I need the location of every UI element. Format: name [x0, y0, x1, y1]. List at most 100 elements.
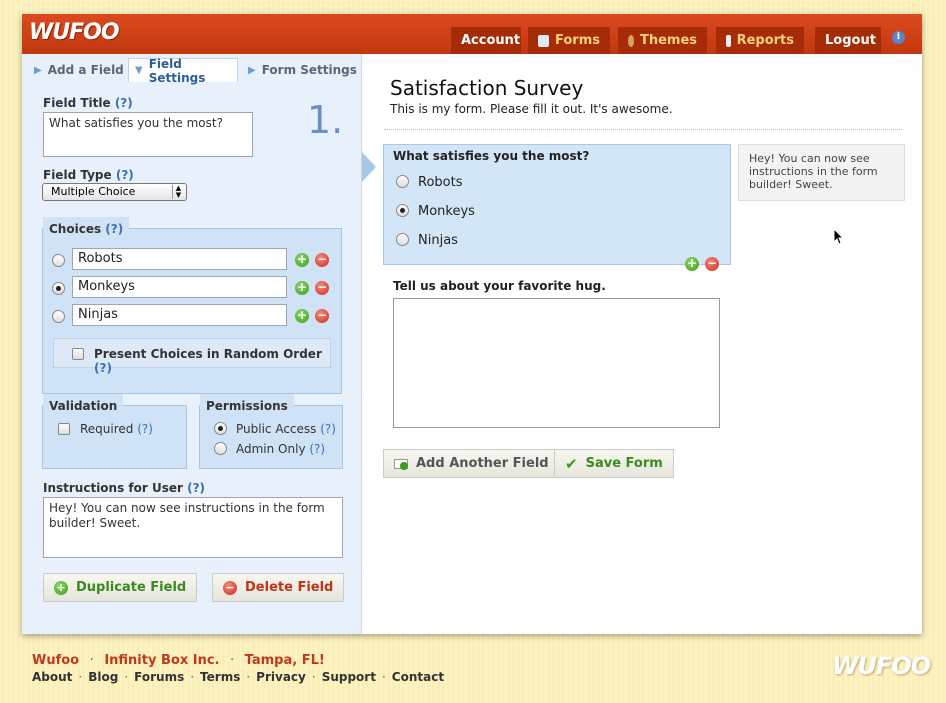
tab-field-settings-label: Field Settings	[148, 56, 206, 85]
add-field-icon[interactable]: +	[685, 257, 699, 271]
instructions-input[interactable]: Hey! You can now see instructions in the…	[43, 497, 343, 558]
public-access-label: Public Access (?)	[236, 422, 336, 436]
field-type-select[interactable]: Multiple Choice ▲ ▼	[42, 183, 187, 201]
footer-infinity-box-link[interactable]: Infinity Box Inc.	[104, 653, 219, 668]
random-order-label: Present Choices in Random Order (?)	[94, 347, 330, 375]
nav-reports[interactable]: Reports	[716, 27, 804, 54]
remove-choice-icon[interactable]: −	[315, 309, 329, 323]
tab-field-settings[interactable]: ▼ Field Settings	[128, 56, 238, 85]
choice-radio[interactable]	[52, 254, 65, 267]
q1-option-radio[interactable]	[396, 175, 409, 188]
delete-field-label: Delete Field	[245, 580, 334, 595]
required-label: Required (?)	[80, 422, 153, 436]
footer-link-contact[interactable]: Contact	[392, 670, 444, 684]
field-number: 1.	[307, 98, 344, 142]
app-window: WUFOO Account Forms Themes Reports Logou…	[22, 14, 922, 634]
palette-icon	[628, 34, 634, 47]
public-access-radio[interactable]	[214, 422, 227, 435]
triangle-right-icon: ▶	[34, 64, 42, 76]
q1-option-label: Monkeys	[418, 204, 475, 219]
choices-label-text: Choices	[49, 222, 102, 236]
q1-option-label: Robots	[418, 175, 463, 190]
triangle-right-icon: ▶	[248, 64, 256, 76]
add-another-field-label: Add Another Field	[416, 456, 549, 471]
field-title-input[interactable]: What satisfies you the most?	[43, 112, 253, 157]
choice-input[interactable]: Monkeys	[72, 276, 287, 298]
delete-field-icon[interactable]: −	[705, 257, 719, 271]
help-link[interactable]: (?)	[187, 481, 205, 495]
tab-form-settings[interactable]: ▶ Form Settings	[248, 58, 357, 82]
nav-account[interactable]: Account	[451, 27, 521, 54]
q2-textarea[interactable]	[393, 298, 720, 428]
info-icon[interactable]: i	[892, 31, 905, 44]
footer-logo: WUFOO	[832, 652, 931, 680]
help-link[interactable]: (?)	[116, 168, 134, 182]
footer-link-privacy[interactable]: Privacy	[256, 670, 306, 684]
nav-logout-label: Logout	[825, 33, 876, 48]
choice-radio[interactable]	[52, 310, 65, 323]
q1-option-label: Ninjas	[418, 233, 458, 248]
selection-pointer	[362, 152, 376, 182]
instructions-preview: Hey! You can now see instructions in the…	[738, 144, 905, 201]
form-title[interactable]: Satisfaction Survey	[390, 76, 583, 100]
footer-link-forums[interactable]: Forums	[134, 670, 184, 684]
divider	[384, 129, 902, 130]
remove-choice-icon[interactable]: −	[315, 253, 329, 267]
field-type-label: Field Type (?)	[43, 168, 134, 182]
select-arrows-icon: ▲ ▼	[172, 185, 184, 199]
nav-themes[interactable]: Themes	[618, 27, 707, 54]
help-link[interactable]: (?)	[137, 422, 153, 436]
field-type-value: Multiple Choice	[51, 185, 136, 198]
nav-forms[interactable]: Forms	[528, 27, 610, 54]
choice-input[interactable]: Robots	[72, 248, 287, 270]
top-bar: WUFOO Account Forms Themes Reports Logou…	[22, 14, 922, 54]
help-link[interactable]: (?)	[94, 361, 112, 375]
add-choice-icon[interactable]: +	[295, 253, 309, 267]
footer-link-terms[interactable]: Terms	[200, 670, 240, 684]
reports-icon	[726, 34, 731, 47]
footer-link-about[interactable]: About	[32, 670, 72, 684]
q1-option-radio[interactable]	[396, 204, 409, 217]
help-link[interactable]: (?)	[309, 442, 325, 456]
add-another-field-button[interactable]: Add Another Field	[383, 449, 560, 478]
admin-only-radio[interactable]	[214, 442, 227, 455]
add-field-icon	[394, 458, 408, 470]
random-order-checkbox[interactable]	[72, 348, 84, 360]
minus-icon: −	[223, 580, 237, 595]
q1-option-radio[interactable]	[396, 233, 409, 246]
footer-wufoo-link[interactable]: Wufoo	[32, 653, 79, 668]
choice-input[interactable]: Ninjas	[72, 304, 287, 326]
wufoo-logo[interactable]: WUFOO	[29, 20, 120, 45]
admin-only-label: Admin Only (?)	[236, 442, 325, 456]
add-choice-icon[interactable]: +	[295, 281, 309, 295]
random-order-text: Present Choices in Random Order	[94, 347, 322, 361]
footer-company: Wufoo · Infinity Box Inc. · Tampa, FL!	[32, 653, 325, 668]
footer-link-blog[interactable]: Blog	[88, 670, 118, 684]
tab-form-settings-label: Form Settings	[261, 63, 357, 77]
duplicate-field-button[interactable]: + Duplicate Field	[43, 573, 198, 602]
permissions-label: Permissions	[200, 394, 294, 418]
footer-location: Tampa, FL!	[244, 653, 325, 668]
q1-label: What satisfies you the most?	[393, 149, 590, 163]
nav-themes-label: Themes	[639, 33, 697, 48]
save-form-button[interactable]: ✔ Save Form	[554, 449, 674, 478]
help-link[interactable]: (?)	[105, 222, 123, 236]
nav-logout[interactable]: Logout	[815, 27, 881, 54]
tab-add-field[interactable]: ▶ Add a Field	[34, 58, 124, 82]
choice-radio[interactable]	[52, 282, 65, 295]
instructions-label: Instructions for User (?)	[43, 481, 205, 495]
delete-field-button[interactable]: − Delete Field	[212, 573, 345, 602]
form-description[interactable]: This is my form. Please fill it out. It'…	[390, 102, 673, 116]
builder-tabs: ▶ Add a Field ▼ Field Settings ▶ Form Se…	[22, 54, 362, 85]
instructions-label-text: Instructions for User	[43, 481, 183, 495]
plus-icon: +	[54, 580, 68, 595]
help-link[interactable]: (?)	[320, 422, 336, 436]
choices-label: Choices (?)	[43, 217, 130, 241]
footer-link-support[interactable]: Support	[322, 670, 376, 684]
add-choice-icon[interactable]: +	[295, 309, 309, 323]
remove-choice-icon[interactable]: −	[315, 281, 329, 295]
q2-label[interactable]: Tell us about your favorite hug.	[393, 279, 606, 293]
help-link[interactable]: (?)	[115, 96, 133, 110]
tab-add-field-label: Add a Field	[47, 63, 124, 77]
required-checkbox[interactable]	[58, 423, 70, 435]
